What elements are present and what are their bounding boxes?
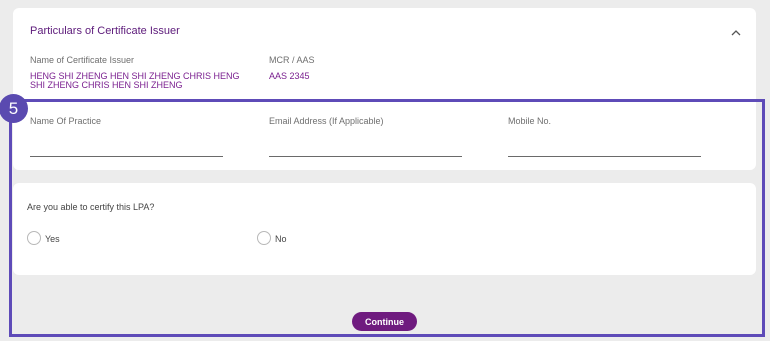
step-number-badge: 5 (0, 94, 28, 123)
email-label: Email Address (If Applicable) (269, 116, 384, 126)
practice-input[interactable] (30, 156, 223, 157)
no-radio[interactable] (257, 231, 271, 245)
mobile-label: Mobile No. (508, 116, 552, 126)
mcr-value: AAS 2345 (269, 71, 310, 81)
issuer-section-title: Particulars of Certificate Issuer (30, 25, 180, 37)
mobile-input[interactable] (508, 156, 701, 157)
issuer-name-label: Name of Certificate Issuer (30, 55, 135, 65)
continue-button[interactable]: Continue (352, 312, 417, 331)
issuer-card: Particulars of Certificate Issuer Name o… (13, 8, 756, 170)
practice-label: Name Of Practice (30, 116, 102, 126)
no-radio-label[interactable]: No (275, 234, 287, 244)
yes-radio-label[interactable]: Yes (45, 234, 60, 244)
issuer-name-value-line2: SHI ZHENG CHRIS HEN SHI ZHENG (30, 80, 183, 90)
certify-card: Are you able to certify this LPA? Yes No (13, 183, 756, 275)
email-input[interactable] (269, 156, 462, 157)
certify-question: Are you able to certify this LPA? (27, 202, 155, 212)
chevron-up-icon[interactable] (730, 28, 742, 38)
yes-radio[interactable] (27, 231, 41, 245)
mcr-label: MCR / AAS (269, 55, 315, 65)
